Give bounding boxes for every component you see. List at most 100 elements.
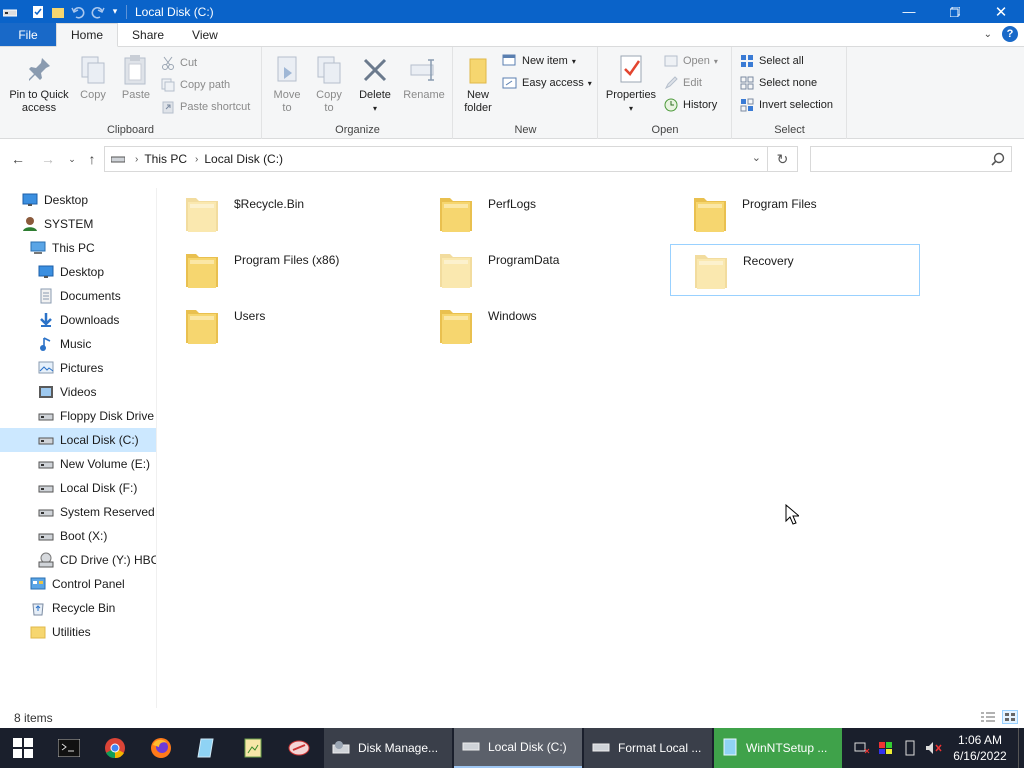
customize-qat-icon[interactable]: ▾ (110, 4, 120, 20)
folder-tile[interactable]: Program Files (670, 188, 920, 240)
easy-access-button[interactable]: Easy access ▾ (502, 73, 592, 93)
nav-item[interactable]: Documents (0, 284, 156, 308)
folder-name: Program Files (742, 197, 817, 211)
undo-icon[interactable] (70, 4, 86, 20)
volume-muted-icon[interactable] (922, 728, 946, 768)
notepad-icon[interactable] (184, 728, 230, 768)
folder-tile[interactable]: Users (162, 300, 412, 352)
folder-tile[interactable]: ProgramData (416, 244, 666, 296)
address-bar[interactable]: › This PC › Local Disk (C:) ⌄ ↻ (104, 146, 798, 172)
nav-item[interactable]: SYSTEM (0, 212, 156, 236)
taskbar-window-local-disk[interactable]: Local Disk (C:) (454, 728, 582, 768)
select-none-icon (739, 75, 755, 91)
nav-item[interactable]: Pictures (0, 356, 156, 380)
firefox-icon[interactable] (138, 728, 184, 768)
properties-button[interactable]: Properties ▾ (603, 53, 659, 115)
breadcrumb-local-disk[interactable]: Local Disk (C:) (204, 152, 283, 166)
rename-button[interactable]: Rename (401, 53, 447, 102)
nav-item-label: Floppy Disk Drive (60, 409, 155, 423)
edit-button[interactable]: Edit (663, 73, 702, 93)
nav-item-label: Videos (60, 385, 97, 399)
tab-share[interactable]: Share (118, 23, 178, 46)
nav-item[interactable]: Desktop (0, 260, 156, 284)
drive-icon[interactable] (2, 5, 18, 19)
invert-selection-button[interactable]: Invert selection (739, 95, 833, 115)
videos-icon (38, 384, 54, 400)
pane-divider[interactable] (156, 188, 157, 708)
nav-item[interactable]: Videos (0, 380, 156, 404)
chrome-icon[interactable] (92, 728, 138, 768)
move-to-button[interactable]: Move to (267, 53, 307, 115)
new-item-button[interactable]: New item ▾ (502, 51, 576, 71)
details-view-icon[interactable] (980, 710, 996, 724)
copy-path-button[interactable]: Copy path (160, 75, 230, 95)
nav-item[interactable]: Music (0, 332, 156, 356)
usb-icon[interactable] (898, 728, 922, 768)
chevron-down-icon[interactable]: ⌄ (984, 29, 992, 40)
search-box[interactable] (810, 146, 1012, 172)
nav-item[interactable]: Desktop (0, 188, 156, 212)
nav-item[interactable]: Control Panel (0, 572, 156, 596)
cmd-icon[interactable] (46, 728, 92, 768)
folder-tile[interactable]: $Recycle.Bin (162, 188, 412, 240)
show-desktop-button[interactable] (1018, 728, 1024, 768)
paste-shortcut-icon (160, 99, 176, 115)
display-icon[interactable] (874, 728, 898, 768)
start-icon[interactable] (0, 728, 46, 768)
nav-item[interactable]: CD Drive (Y:) HBC (0, 548, 156, 572)
search-icon (991, 152, 1005, 169)
select-none-button[interactable]: Select none (739, 73, 817, 93)
up-button[interactable]: ↑ (82, 149, 102, 169)
clock[interactable]: 1:06 AM 6/16/2022 (946, 732, 1014, 764)
nav-item[interactable]: Recycle Bin (0, 596, 156, 620)
nav-item[interactable]: System Reserved ( (0, 500, 156, 524)
nav-item[interactable]: This PC (0, 236, 156, 260)
paste-shortcut-button[interactable]: Paste shortcut (160, 97, 250, 117)
nav-item[interactable]: Floppy Disk Drive (0, 404, 156, 428)
folder-tile[interactable]: Windows (416, 300, 666, 352)
maximize-button[interactable] (932, 0, 978, 23)
image-tool-icon[interactable] (230, 728, 276, 768)
breadcrumb-this-pc[interactable]: This PC (144, 152, 187, 166)
taskbar-window-winntsetup[interactable]: WinNTSetup ... (714, 728, 842, 768)
nav-item[interactable]: Local Disk (F:) (0, 476, 156, 500)
copy-to-button[interactable]: Copy to (311, 53, 347, 115)
nav-item[interactable]: Downloads (0, 308, 156, 332)
tiles-view-icon[interactable] (1002, 710, 1018, 724)
pin-to-quick-access-button[interactable]: Pin to Quick access (4, 53, 74, 115)
help-icon[interactable]: ? (1002, 26, 1018, 42)
nav-item[interactable]: New Volume (E:) (0, 452, 156, 476)
new-folder-icon[interactable] (50, 4, 66, 20)
back-button[interactable]: ← (8, 149, 28, 169)
network-icon[interactable] (850, 728, 874, 768)
new-folder-button[interactable]: New folder (460, 53, 496, 115)
nav-item[interactable]: Utilities (0, 620, 156, 644)
copy-button[interactable]: Copy (76, 53, 110, 102)
properties-icon[interactable] (30, 4, 46, 20)
refresh-icon[interactable]: ↻ (767, 147, 797, 171)
tab-view[interactable]: View (178, 23, 232, 46)
close-button[interactable]: ✕ (978, 0, 1024, 23)
forward-button[interactable]: → (38, 149, 58, 169)
tab-file[interactable]: File (0, 23, 56, 46)
redo-icon[interactable] (90, 4, 106, 20)
nav-item[interactable]: Boot (X:) (0, 524, 156, 548)
folder-tile[interactable]: PerfLogs (416, 188, 666, 240)
delete-button[interactable]: Delete ▾ (357, 53, 393, 115)
cut-button[interactable]: Cut (160, 53, 197, 73)
recent-locations-button[interactable]: ⌄ (62, 149, 82, 169)
history-button[interactable]: History (663, 95, 717, 115)
folder-tile[interactable]: Recovery (670, 244, 920, 296)
minimize-button[interactable]: — (886, 0, 932, 23)
nav-item[interactable]: Local Disk (C:) (0, 428, 156, 452)
paste-shortcut-label: Paste shortcut (180, 101, 251, 113)
taskbar-window-format[interactable]: Format Local ... (584, 728, 712, 768)
open-button[interactable]: Open ▾ (663, 51, 718, 71)
folder-tile[interactable]: Program Files (x86) (162, 244, 412, 296)
tool-icon[interactable] (276, 728, 322, 768)
select-all-button[interactable]: Select all (739, 51, 804, 71)
address-dropdown-icon[interactable]: ⌄ (752, 151, 761, 164)
paste-button[interactable]: Paste (116, 53, 156, 102)
taskbar-window-disk-management[interactable]: Disk Manage... (324, 728, 452, 768)
tab-home[interactable]: Home (56, 23, 119, 47)
